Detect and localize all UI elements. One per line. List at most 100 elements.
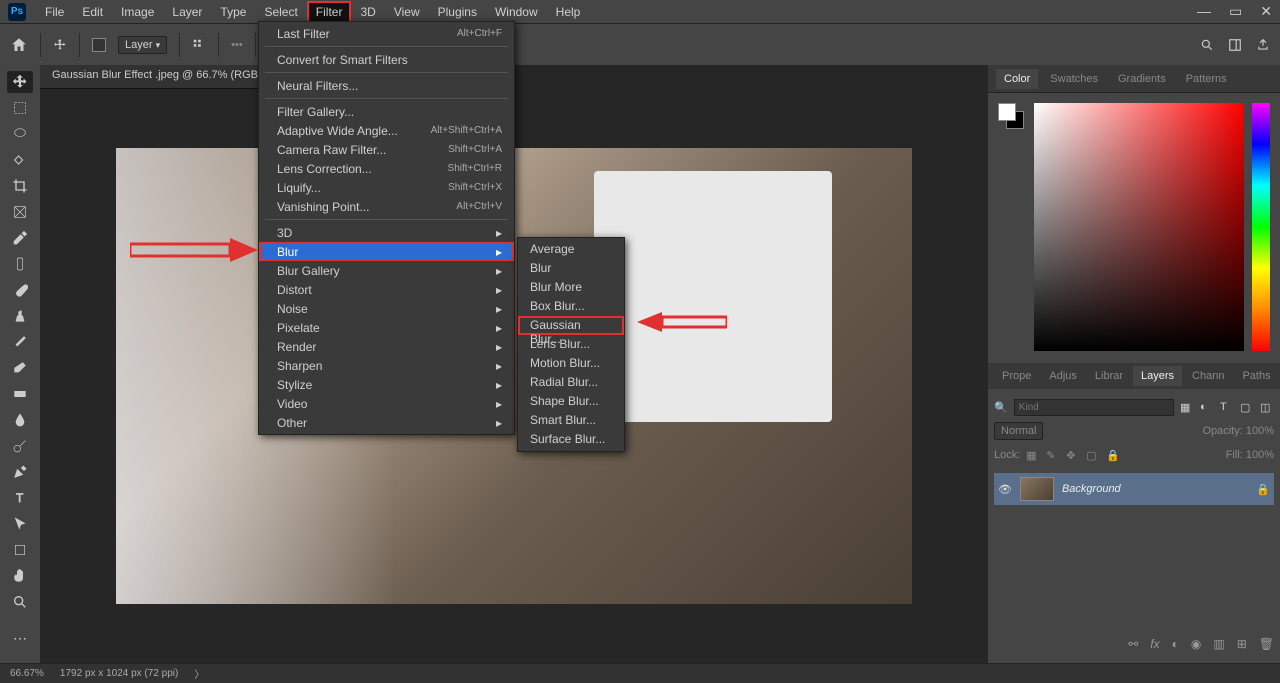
submenuitem-blur-more[interactable]: Blur More (518, 278, 624, 297)
submenuitem-blur[interactable]: Blur (518, 259, 624, 278)
menu-select[interactable]: Select (255, 1, 306, 23)
menuitem-render[interactable]: Render▸ (259, 337, 514, 356)
submenuitem-gaussian-blur[interactable]: Gaussian Blur... (518, 316, 624, 335)
menuitem-pixelate[interactable]: Pixelate▸ (259, 318, 514, 337)
menuitem-vanishing-point[interactable]: Vanishing Point...Alt+Ctrl+V (259, 197, 514, 216)
tab-paths[interactable]: Paths (1234, 366, 1278, 386)
group-icon[interactable]: ▥ (1213, 637, 1224, 651)
submenuitem-box-blur[interactable]: Box Blur... (518, 297, 624, 316)
menuitem-blur[interactable]: Blur▸ (259, 242, 514, 261)
brush-tool[interactable] (7, 279, 33, 301)
opacity-value[interactable]: 100% (1246, 425, 1274, 437)
tab-patterns[interactable]: Patterns (1178, 69, 1235, 89)
menuitem-distort[interactable]: Distort▸ (259, 280, 514, 299)
history-brush-tool[interactable] (7, 331, 33, 353)
tab-channels[interactable]: Chann (1184, 366, 1232, 386)
lock-pixels-icon[interactable]: ▦ (1026, 449, 1040, 462)
filter-pixel-icon[interactable]: ▦ (1180, 401, 1194, 414)
menuitem-smart-filters[interactable]: Convert for Smart Filters (259, 50, 514, 69)
menu-image[interactable]: Image (112, 1, 163, 23)
home-icon[interactable] (10, 36, 28, 54)
menuitem-lens-correction[interactable]: Lens Correction...Shift+Ctrl+R (259, 159, 514, 178)
layer-kind-filter[interactable] (1014, 399, 1174, 416)
path-select-tool[interactable] (7, 513, 33, 535)
menu-type[interactable]: Type (211, 1, 255, 23)
new-layer-icon[interactable]: ⊞ (1237, 637, 1247, 651)
minimize-icon[interactable]: — (1197, 3, 1211, 20)
hue-slider[interactable] (1252, 103, 1270, 351)
tab-adjustments[interactable]: Adjus (1041, 366, 1085, 386)
menu-filter[interactable]: Filter (307, 1, 352, 23)
layer-name[interactable]: Background (1062, 483, 1121, 495)
delete-layer-icon[interactable]: 🗑 (1259, 637, 1274, 651)
eyedropper-tool[interactable] (7, 227, 33, 249)
submenuitem-average[interactable]: Average (518, 240, 624, 259)
menuitem-sharpen[interactable]: Sharpen▸ (259, 356, 514, 375)
lock-icon[interactable]: 🔒 (1256, 483, 1270, 496)
menuitem-last-filter[interactable]: Last FilterAlt+Ctrl+F (259, 24, 514, 43)
eraser-tool[interactable] (7, 357, 33, 379)
tab-properties[interactable]: Prope (994, 366, 1039, 386)
quick-select-tool[interactable] (7, 149, 33, 171)
blur-tool[interactable] (7, 409, 33, 431)
gradient-tool[interactable] (7, 383, 33, 405)
menuitem-filter-gallery[interactable]: Filter Gallery... (259, 102, 514, 121)
frame-tool[interactable] (7, 201, 33, 223)
pen-tool[interactable] (7, 461, 33, 483)
lasso-tool[interactable] (7, 123, 33, 145)
tab-libraries[interactable]: Librar (1087, 366, 1131, 386)
healing-tool[interactable] (7, 253, 33, 275)
menuitem-liquify[interactable]: Liquify...Shift+Ctrl+X (259, 178, 514, 197)
menuitem-camera-raw[interactable]: Camera Raw Filter...Shift+Ctrl+A (259, 140, 514, 159)
crop-tool[interactable] (7, 175, 33, 197)
tab-layers[interactable]: Layers (1133, 366, 1182, 386)
layer-row-background[interactable]: 👁 Background 🔒 (994, 473, 1274, 505)
shape-tool[interactable] (7, 539, 33, 561)
maximize-icon[interactable]: ▭ (1229, 3, 1242, 20)
marquee-tool[interactable] (7, 97, 33, 119)
lock-artboard-icon[interactable]: ▢ (1086, 449, 1100, 462)
color-field[interactable] (1034, 103, 1244, 351)
menu-help[interactable]: Help (547, 1, 590, 23)
menuitem-video[interactable]: Video▸ (259, 394, 514, 413)
layer-select[interactable]: Layer ▾ (118, 36, 167, 54)
tab-swatches[interactable]: Swatches (1042, 69, 1106, 89)
document-tab[interactable]: Gaussian Blur Effect .jpeg @ 66.7% (RGB (40, 65, 270, 89)
tab-color[interactable]: Color (996, 69, 1038, 89)
move-tool[interactable] (7, 71, 33, 93)
type-tool[interactable]: T (7, 487, 33, 509)
menuitem-noise[interactable]: Noise▸ (259, 299, 514, 318)
menu-view[interactable]: View (385, 1, 429, 23)
info-chevron-icon[interactable]: 〉 (194, 666, 204, 681)
menuitem-stylize[interactable]: Stylize▸ (259, 375, 514, 394)
menu-layer[interactable]: Layer (163, 1, 211, 23)
zoom-tool[interactable] (7, 591, 33, 613)
visibility-icon[interactable]: 👁 (998, 483, 1012, 496)
adjustment-icon[interactable]: ◉ (1191, 637, 1201, 651)
menu-plugins[interactable]: Plugins (429, 1, 486, 23)
submenuitem-surface-blur[interactable]: Surface Blur... (518, 430, 624, 449)
link-layers-icon[interactable]: ⚯ (1128, 637, 1138, 651)
foreground-color[interactable] (998, 103, 1016, 121)
edit-toolbar[interactable]: ⋯ (7, 627, 33, 649)
search-icon[interactable] (1200, 38, 1214, 52)
menuitem-neural-filters[interactable]: Neural Filters... (259, 76, 514, 95)
align-icon[interactable] (192, 38, 206, 52)
move-icon[interactable] (53, 38, 67, 52)
menuitem-adaptive-wide-angle[interactable]: Adaptive Wide Angle...Alt+Shift+Ctrl+A (259, 121, 514, 140)
submenuitem-smart-blur[interactable]: Smart Blur... (518, 411, 624, 430)
menuitem-3d[interactable]: 3D▸ (259, 223, 514, 242)
filter-adjust-icon[interactable]: ◐ (1200, 401, 1214, 413)
submenuitem-radial-blur[interactable]: Radial Blur... (518, 373, 624, 392)
lock-paint-icon[interactable]: ✎ (1046, 449, 1060, 462)
menuitem-blur-gallery[interactable]: Blur Gallery▸ (259, 261, 514, 280)
menuitem-other[interactable]: Other▸ (259, 413, 514, 432)
dodge-tool[interactable] (7, 435, 33, 457)
close-icon[interactable]: ✕ (1260, 3, 1272, 20)
fx-icon[interactable]: fx (1150, 637, 1159, 651)
menu-window[interactable]: Window (486, 1, 547, 23)
filter-shape-icon[interactable]: ▢ (1240, 401, 1254, 414)
menu-3d[interactable]: 3D (351, 1, 384, 23)
share-icon[interactable] (1256, 38, 1270, 52)
blend-mode-select[interactable]: Normal (994, 422, 1043, 440)
